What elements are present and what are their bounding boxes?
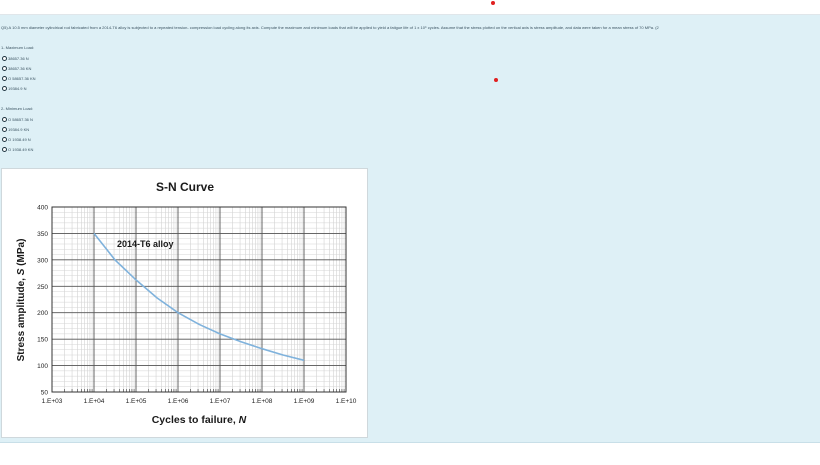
sn-curve-chart: S-N Curve 1.E+03 1.E+04 1.E+05 1.E+06 1.E+07… xyxy=(1,168,368,438)
option-label: 38657.36 KN xyxy=(8,65,32,71)
x-tick-label: 1.E+07 xyxy=(210,398,231,405)
radio-button[interactable] xyxy=(2,75,7,81)
chart-grid xyxy=(51,206,347,393)
top-bar xyxy=(0,0,820,15)
y-tick-label: 200 xyxy=(37,310,48,317)
curve-annotation: 2014-T6 alloy xyxy=(117,239,174,249)
chart-title: S-N Curve xyxy=(156,180,214,194)
maximum-load-option-3[interactable]: O 58657.36 KN xyxy=(2,75,36,81)
option-label: 19384.9 N xyxy=(8,85,27,91)
question-panel: Q5) A 10.5 mm diameter cylindrical rod f… xyxy=(0,15,820,443)
option-label: O 1938.49 KN xyxy=(8,146,34,152)
radio-button[interactable] xyxy=(2,136,7,142)
question-text: Q5) A 10.5 mm diameter cylindrical rod f… xyxy=(1,25,659,30)
minimum-load-title: 2- Minimum Load: xyxy=(1,106,34,111)
x-tick-label: 1.E+09 xyxy=(294,398,315,405)
red-dot-center xyxy=(494,78,498,82)
radio-button[interactable] xyxy=(2,116,7,122)
chart-ticks: 1.E+03 1.E+04 1.E+05 1.E+06 1.E+07 1.E+08 1.E+… xyxy=(37,205,357,406)
radio-button[interactable] xyxy=(2,55,7,61)
option-label: O 58657.36 KN xyxy=(8,75,36,81)
x-tick-label: 1.E+05 xyxy=(126,398,147,405)
x-tick-label: 1.E+04 xyxy=(84,398,105,405)
red-dot-top xyxy=(491,1,495,5)
x-tick-label: 1.E+06 xyxy=(168,398,189,405)
y-tick-label: 50 xyxy=(41,390,49,397)
y-tick-label: 100 xyxy=(37,363,48,370)
y-tick-label: 150 xyxy=(37,337,48,344)
maximum-load-title: 1- Maximum Load: xyxy=(1,45,35,50)
x-tick-label: 1.E+10 xyxy=(336,398,357,405)
radio-button[interactable] xyxy=(2,85,7,91)
option-label: O 58657.36 N xyxy=(8,116,33,122)
minimum-load-option-1[interactable]: O 58657.36 N xyxy=(2,116,33,122)
minimum-load-option-3[interactable]: O 1938.49 N xyxy=(2,136,31,142)
radio-button[interactable] xyxy=(2,146,7,152)
x-axis-label: Cycles to failure, N xyxy=(152,414,247,426)
radio-button[interactable] xyxy=(2,126,7,132)
maximum-load-option-2[interactable]: 38657.36 KN xyxy=(2,65,31,71)
y-axis-label: Stress amplitude, S (MPa) xyxy=(16,239,27,362)
sn-curve-svg: S-N Curve 1.E+03 1.E+04 1.E+05 1.E+06 1.E+07… xyxy=(16,180,357,426)
option-label: 19384.9 KN xyxy=(8,126,30,132)
x-tick-label: 1.E+03 xyxy=(42,398,63,405)
y-tick-label: 400 xyxy=(37,205,48,212)
radio-button[interactable] xyxy=(2,65,7,71)
maximum-load-option-1[interactable]: 38657.36 N xyxy=(2,55,29,61)
y-tick-label: 300 xyxy=(37,257,48,264)
minimum-load-option-4[interactable]: O 1938.49 KN xyxy=(2,146,33,152)
option-label: 38657.36 N xyxy=(8,55,29,61)
minimum-load-option-2[interactable]: 19384.9 KN xyxy=(2,126,29,132)
y-tick-label: 250 xyxy=(37,284,48,291)
maximum-load-option-4[interactable]: 19384.9 N xyxy=(2,85,26,91)
y-tick-label: 350 xyxy=(37,231,48,238)
x-tick-label: 1.E+08 xyxy=(252,398,273,405)
option-label: O 1938.49 N xyxy=(8,136,31,142)
